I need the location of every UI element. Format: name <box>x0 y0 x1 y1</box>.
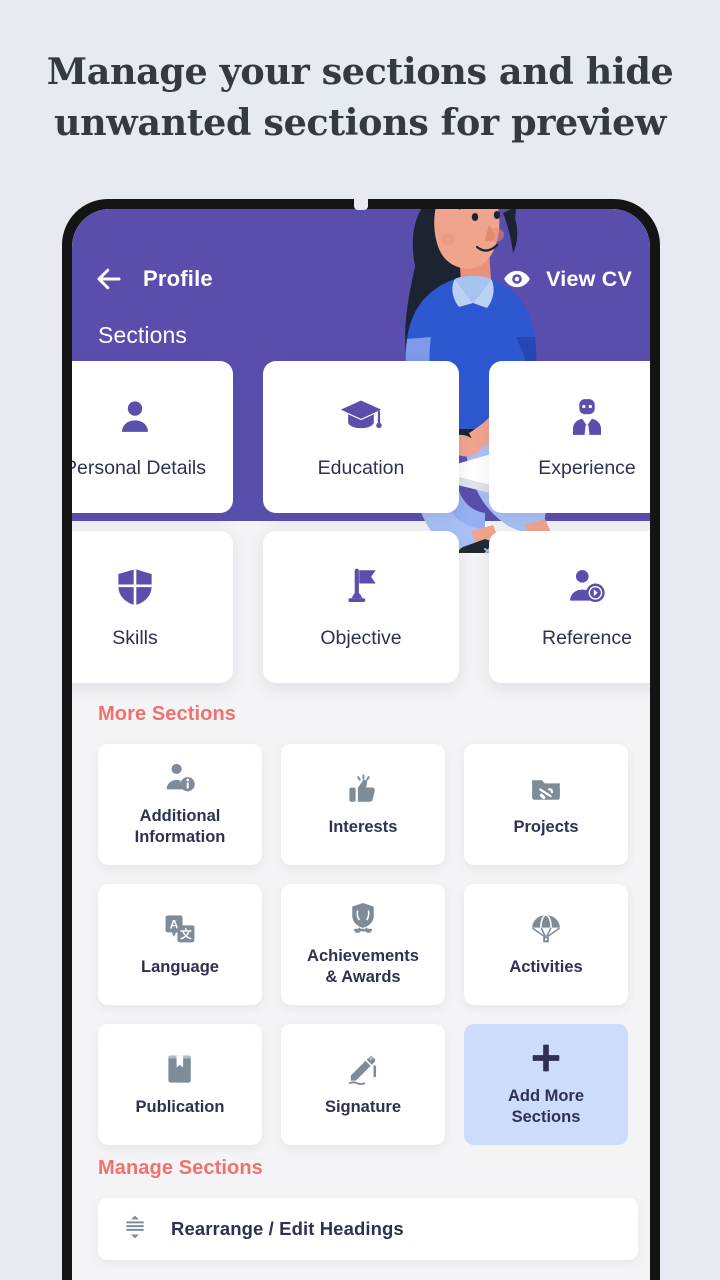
more-card-achievements-awards[interactable]: Achievements & Awards <box>281 884 445 1005</box>
view-cv-label[interactable]: View CV <box>546 267 632 292</box>
parachute-icon <box>529 912 563 946</box>
section-card-skills[interactable]: Skills <box>72 531 233 683</box>
more-card-label: Achievements & Awards <box>307 947 419 986</box>
graduation-cap-icon <box>339 395 383 439</box>
page-title-line-1: Manage your sections and hide <box>46 50 674 93</box>
signature-hand-icon <box>346 1052 380 1086</box>
manage-sections-block: Manage Sections Rearrange / Edit Heading… <box>98 1157 638 1260</box>
business-person-icon <box>566 395 608 439</box>
section-card-reference[interactable]: Reference <box>489 531 650 683</box>
more-card-label: Signature <box>324 1097 402 1116</box>
more-card-label: Language <box>141 957 219 976</box>
more-card-activities[interactable]: Activities <box>464 884 628 1005</box>
svg-text:文: 文 <box>180 927 192 941</box>
more-card-additional-information[interactable]: Additional Information <box>98 744 262 865</box>
phone-notch <box>354 197 368 210</box>
more-sections-row-1: Additional Information Interests Project… <box>98 744 638 865</box>
more-sections-row-3: Publication Signature Add More Sections <box>98 1024 638 1145</box>
more-sections-row-2: A 文 Language Achievements & Awards Activ… <box>98 884 638 1005</box>
more-card-interests[interactable]: Interests <box>281 744 445 865</box>
more-card-label: Interests <box>328 817 398 836</box>
phone-mockup-frame: Profile View CV Sections Personal Detail… <box>62 197 660 1280</box>
sections-heading: Sections <box>98 322 188 348</box>
flag-icon <box>340 565 382 609</box>
rearrange-icon <box>121 1213 149 1246</box>
folder-tools-icon <box>529 772 563 806</box>
person-icon <box>114 395 156 439</box>
more-sections-heading: More Sections <box>98 703 236 725</box>
eye-icon[interactable] <box>502 264 532 294</box>
more-card-language[interactable]: A 文 Language <box>98 884 262 1005</box>
more-card-projects[interactable]: Projects <box>464 744 628 865</box>
more-card-label: Additional Information <box>134 807 226 846</box>
rearrange-edit-headings-row[interactable]: Rearrange / Edit Headings <box>98 1198 638 1260</box>
award-shield-icon <box>346 901 380 935</box>
section-card-label: Personal Details <box>72 456 206 479</box>
page-title-line-2: unwanted sections for preview <box>54 101 666 144</box>
more-card-publication[interactable]: Publication <box>98 1024 262 1145</box>
section-card-label: Skills <box>112 626 158 649</box>
person-info-icon <box>163 761 197 795</box>
more-card-label: Add More Sections <box>507 1087 585 1126</box>
main-sections-grid: Personal Details Education Experience Sk… <box>72 361 650 701</box>
shield-icon <box>114 565 156 609</box>
more-card-label: Activities <box>509 957 583 976</box>
section-card-label: Education <box>317 456 405 479</box>
section-card-label: Reference <box>542 626 632 649</box>
app-bar-row: Profile View CV <box>72 259 650 299</box>
back-arrow-icon[interactable] <box>92 262 126 296</box>
svg-text:A: A <box>170 917 179 931</box>
section-card-education[interactable]: Education <box>263 361 459 513</box>
more-card-add-more-sections[interactable]: Add More Sections <box>464 1024 628 1145</box>
page-title: Manage your sections and hide unwanted s… <box>0 46 720 148</box>
section-card-label: Experience <box>538 456 636 479</box>
thumbs-up-icon <box>346 772 380 806</box>
book-bookmark-icon <box>163 1052 197 1086</box>
rearrange-edit-headings-label: Rearrange / Edit Headings <box>171 1218 404 1239</box>
section-card-objective[interactable]: Objective <box>263 531 459 683</box>
section-card-experience[interactable]: Experience <box>489 361 650 513</box>
main-sections-row-2: Skills Objective Reference <box>72 531 650 683</box>
translate-icon: A 文 <box>163 912 197 946</box>
section-card-personal-details[interactable]: Personal Details <box>72 361 233 513</box>
more-card-label: Projects <box>513 817 579 836</box>
main-sections-row-1: Personal Details Education Experience <box>72 361 650 513</box>
more-card-label: Publication <box>135 1097 225 1116</box>
more-sections-block: More Sections Additional Information Int… <box>98 703 638 1164</box>
more-card-signature[interactable]: Signature <box>281 1024 445 1145</box>
section-card-label: Objective <box>320 626 402 649</box>
phone-screen: Profile View CV Sections Personal Detail… <box>72 209 650 1280</box>
manage-sections-heading: Manage Sections <box>98 1157 263 1179</box>
app-bar-title: Profile <box>143 266 213 291</box>
person-arrow-icon <box>566 565 608 609</box>
plus-icon <box>529 1041 563 1075</box>
